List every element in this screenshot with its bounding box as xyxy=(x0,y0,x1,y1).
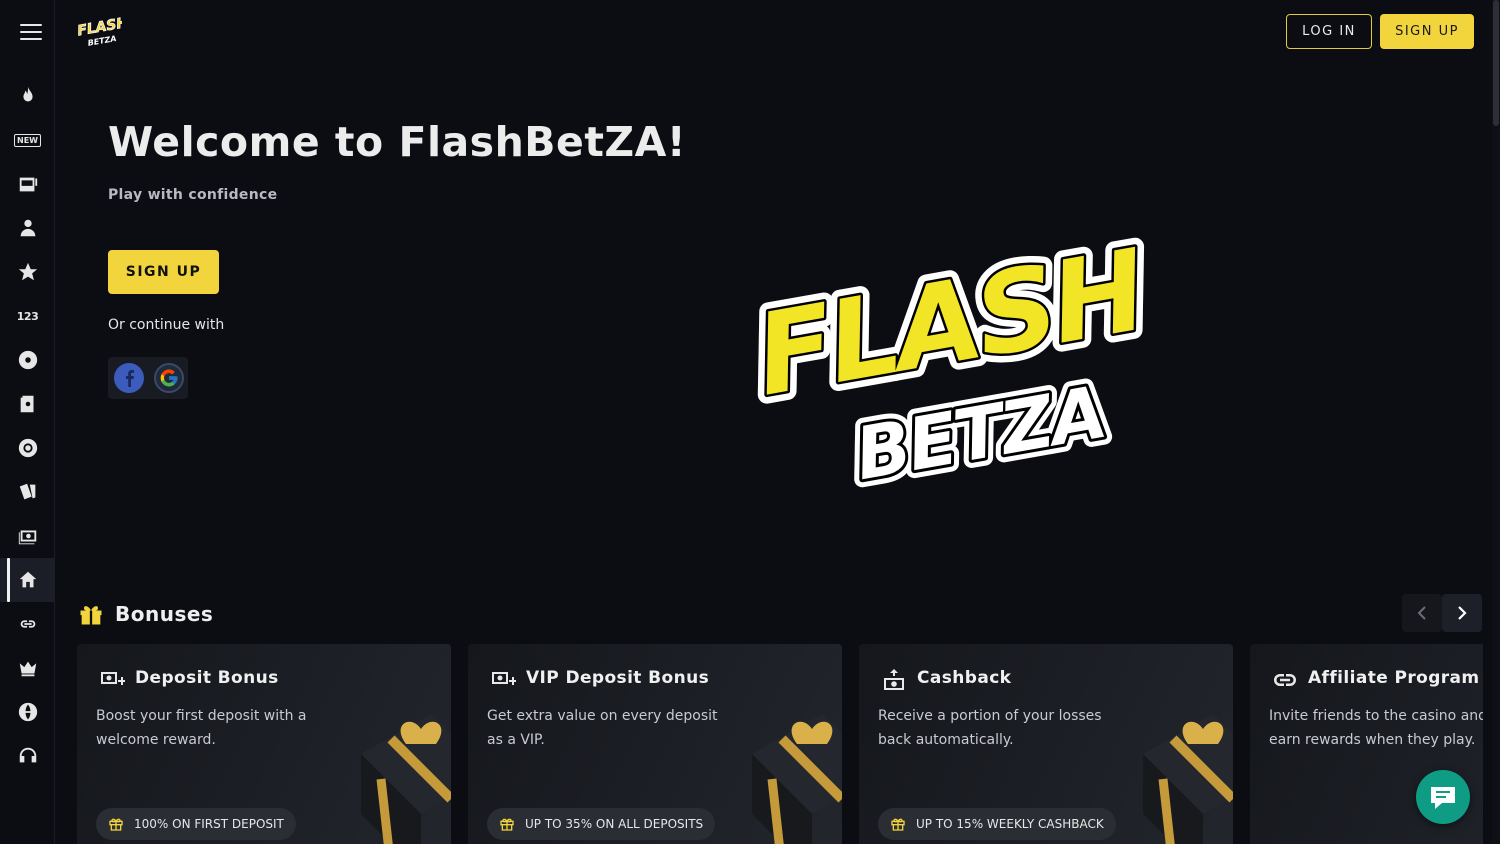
bonus-card-title: VIP Deposit Bonus xyxy=(526,668,710,688)
playing-cards-icon xyxy=(19,483,35,500)
carousel-next-button[interactable] xyxy=(1442,594,1482,632)
sidebar-item-live[interactable] xyxy=(0,206,55,250)
cashback-icon xyxy=(884,669,904,690)
bonus-card-deposit[interactable]: Deposit Bonus Boost your first deposit w… xyxy=(77,644,451,844)
bonus-card-description: Get extra value on every deposit as a VI… xyxy=(487,708,718,748)
hero-subtitle: Play with confidence xyxy=(108,187,278,203)
header-signup-button[interactable]: SIGN UP xyxy=(1380,14,1474,49)
crown-icon xyxy=(19,661,36,677)
cash-icon xyxy=(18,530,36,545)
bonus-card-description: Boost your first deposit with a welcome … xyxy=(96,708,307,748)
chevron-left-icon xyxy=(1417,606,1426,620)
sidebar-item-roulette[interactable] xyxy=(0,338,55,382)
bonus-card-vip-deposit[interactable]: VIP Deposit Bonus Get extra value on eve… xyxy=(468,644,842,844)
login-button[interactable]: LOG IN xyxy=(1286,14,1372,49)
sidebar-item-cash[interactable] xyxy=(0,514,55,558)
chevron-right-icon xyxy=(1458,606,1467,620)
hero-signup-button[interactable]: SIGN UP xyxy=(108,250,219,294)
home-icon xyxy=(19,571,36,588)
sidebar-item-cards[interactable] xyxy=(0,470,55,514)
sidebar-item-language[interactable] xyxy=(0,690,55,734)
gift-icon xyxy=(80,606,102,625)
sidebar-item-slots[interactable] xyxy=(0,162,55,206)
gift-box-image xyxy=(752,714,842,844)
bonus-card-cashback[interactable]: Cashback Receive a portion of your losse… xyxy=(859,644,1233,844)
bonus-card-badge: UP TO 15% WEEKLY CASHBACK xyxy=(878,808,1116,840)
link-icon xyxy=(20,620,35,628)
social-login-group xyxy=(108,357,188,399)
bonus-card-badge-text: UP TO 15% WEEKLY CASHBACK xyxy=(916,817,1104,831)
bonus-card-description: Invite friends to the casino and earn re… xyxy=(1269,708,1483,748)
sidebar-item-affiliate[interactable] xyxy=(0,602,55,646)
scrollbar-thumb[interactable] xyxy=(1493,0,1499,126)
gift-box-image xyxy=(1143,714,1233,844)
hero-logo: FLASH FLASH BETZA BETZA xyxy=(738,217,1164,505)
bonus-card-badge: UP TO 35% ON ALL DEPOSITS xyxy=(487,808,716,840)
live-chat-button[interactable] xyxy=(1416,770,1470,824)
sidebar-item-vip[interactable] xyxy=(0,646,55,690)
deposit-icon xyxy=(492,672,516,685)
globe-icon xyxy=(18,702,37,722)
gift-icon xyxy=(891,818,905,831)
bonus-card-title: Affiliate Program xyxy=(1308,668,1480,688)
headset-icon xyxy=(19,747,36,763)
gift-icon xyxy=(109,818,123,831)
page-title: Welcome to FlashBetZA! xyxy=(108,118,687,166)
disc-icon xyxy=(18,350,37,370)
google-login-button[interactable] xyxy=(154,363,184,393)
gift-icon xyxy=(500,818,514,831)
bonus-carousel: Deposit Bonus Boost your first deposit w… xyxy=(77,644,1483,844)
google-icon xyxy=(160,369,178,387)
sidebar-item-home[interactable] xyxy=(0,558,55,602)
bonus-card-badge-text: UP TO 35% ON ALL DEPOSITS xyxy=(525,817,704,831)
slot-machine-icon xyxy=(19,177,37,192)
sidebar-item-new[interactable]: NEW xyxy=(0,118,55,162)
sidebar-item-favorites[interactable] xyxy=(0,250,55,294)
numbers-icon: 123 xyxy=(16,309,39,323)
cards-book-icon xyxy=(20,395,33,413)
carousel-prev-button[interactable] xyxy=(1402,594,1442,632)
sidebar-item-table-games[interactable] xyxy=(0,382,55,426)
gift-box-image xyxy=(361,714,451,844)
bonus-card-title: Cashback xyxy=(917,668,1012,688)
poker-chip-icon xyxy=(18,438,37,458)
deposit-icon xyxy=(101,672,125,685)
menu-icon[interactable] xyxy=(20,24,42,40)
fire-icon xyxy=(22,86,33,102)
bonuses-title: Bonuses xyxy=(115,602,214,626)
bonus-card-badge-text: 100% ON FIRST DEPOSIT xyxy=(134,817,284,831)
sidebar-item-popular[interactable] xyxy=(0,74,55,118)
bonus-card-title: Deposit Bonus xyxy=(135,668,279,688)
sidebar-item-numbers[interactable]: 123 xyxy=(0,294,55,338)
new-icon: NEW xyxy=(14,133,41,147)
facebook-icon xyxy=(126,370,134,387)
facebook-login-button[interactable] xyxy=(114,363,144,393)
bonus-card-description: Receive a portion of your losses back au… xyxy=(878,708,1102,748)
sidebar-item-support[interactable] xyxy=(0,734,55,778)
bonuses-header: Bonuses xyxy=(77,600,213,628)
chat-icon xyxy=(1431,787,1455,809)
star-icon xyxy=(18,262,37,281)
link-icon xyxy=(1274,674,1296,686)
sidebar: NEW 123 xyxy=(0,0,55,844)
bonus-card-badge: 100% ON FIRST DEPOSIT xyxy=(96,808,296,840)
sidebar-nav: NEW 123 xyxy=(0,74,55,778)
page-scrollbar[interactable] xyxy=(1492,0,1500,844)
sidebar-item-poker[interactable] xyxy=(0,426,55,470)
site-logo[interactable]: FLASH BETZA xyxy=(74,14,130,53)
or-continue-label: Or continue with xyxy=(108,317,225,333)
live-dealer-icon xyxy=(20,219,35,237)
